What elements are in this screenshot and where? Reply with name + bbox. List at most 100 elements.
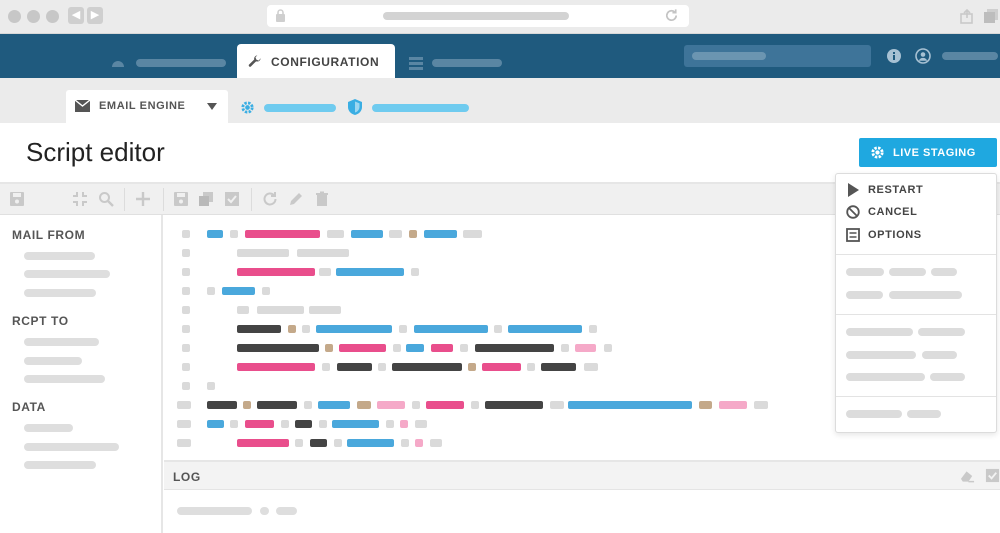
menu-item-placeholder[interactable]	[922, 351, 957, 359]
menu-divider	[836, 254, 996, 255]
save-icon[interactable]	[9, 191, 25, 207]
checkbox-icon[interactable]	[985, 468, 1000, 483]
code-token	[316, 325, 392, 333]
menu-item-restart-label: RESTART	[868, 184, 924, 196]
code-token	[322, 363, 330, 371]
menu-item-cancel[interactable]: CANCEL	[846, 204, 986, 220]
search-placeholder	[692, 52, 766, 60]
browser-chrome: ◀ ▶	[0, 0, 1000, 34]
menu-item-cancel-label: CANCEL	[868, 206, 918, 218]
share-icon[interactable]	[959, 8, 975, 24]
add-icon[interactable]	[135, 191, 151, 207]
browser-back-button[interactable]: ◀	[68, 7, 84, 24]
sidebar-item[interactable]	[24, 270, 110, 278]
menu-item-restart[interactable]: RESTART	[846, 182, 986, 198]
browser-forward-button[interactable]: ▶	[87, 7, 103, 24]
menu-item-placeholder[interactable]	[930, 373, 965, 381]
menu-item-options-label: OPTIONS	[868, 229, 922, 241]
search-input[interactable]	[684, 45, 871, 67]
menu-item-placeholder[interactable]	[889, 291, 962, 299]
code-token	[310, 439, 327, 447]
sidebar-item[interactable]	[24, 357, 82, 365]
tabs-icon[interactable]	[983, 8, 999, 24]
sidebar-item[interactable]	[24, 289, 96, 297]
shield-icon[interactable]	[348, 99, 362, 115]
sidebar-item[interactable]	[24, 252, 95, 260]
menu-item-options[interactable]: OPTIONS	[846, 227, 986, 243]
address-bar[interactable]	[267, 5, 689, 27]
info-icon[interactable]	[886, 48, 902, 64]
collapse-icon[interactable]	[72, 191, 88, 207]
window-minimize-button[interactable]	[27, 10, 40, 23]
trash-icon[interactable]	[314, 191, 330, 207]
code-token	[568, 401, 692, 409]
code-token	[230, 420, 238, 428]
menu-item-placeholder[interactable]	[846, 373, 925, 381]
code-token	[177, 439, 191, 447]
code-token	[494, 325, 502, 333]
menu-item-placeholder[interactable]	[846, 328, 913, 336]
reload-icon[interactable]	[664, 8, 679, 23]
code-token	[182, 287, 190, 295]
sidebar-heading-rcpt-to[interactable]: RCPT TO	[12, 314, 69, 328]
list-icon[interactable]	[408, 55, 424, 71]
code-token	[415, 420, 427, 428]
sidebar-heading-mail-from[interactable]: MAIL FROM	[12, 228, 85, 242]
code-token	[336, 268, 404, 276]
code-token	[182, 268, 190, 276]
code-token	[237, 268, 315, 276]
sidebar-item[interactable]	[24, 424, 73, 432]
menu-item-placeholder[interactable]	[931, 268, 957, 276]
pencil-icon[interactable]	[288, 191, 304, 207]
sub-tab-placeholder[interactable]	[264, 104, 336, 112]
sidebar-heading-data[interactable]: DATA	[12, 400, 46, 414]
code-token	[347, 439, 394, 447]
sidebar-item[interactable]	[24, 443, 119, 451]
menu-item-placeholder[interactable]	[889, 268, 926, 276]
copy-icon[interactable]	[198, 191, 214, 207]
menu-item-placeholder[interactable]	[918, 328, 965, 336]
code-token	[351, 230, 383, 238]
live-staging-button[interactable]: LIVE STAGING	[859, 138, 997, 167]
search-icon[interactable]	[98, 191, 114, 207]
menu-item-placeholder[interactable]	[846, 291, 883, 299]
code-token	[541, 363, 576, 371]
menu-divider	[836, 396, 996, 397]
dashboard-icon[interactable]	[110, 54, 126, 70]
code-token	[207, 382, 215, 390]
window-maximize-button[interactable]	[46, 10, 59, 23]
tab-email-engine-label: EMAIL ENGINE	[99, 100, 186, 112]
eraser-icon[interactable]	[960, 469, 975, 483]
menu-item-placeholder[interactable]	[846, 351, 916, 359]
sidebar-item[interactable]	[24, 338, 99, 346]
checkbox-icon[interactable]	[224, 191, 240, 207]
code-token	[485, 401, 543, 409]
nav-item-placeholder[interactable]	[432, 59, 502, 67]
sidebar-item[interactable]	[24, 461, 96, 469]
code-token	[409, 230, 417, 238]
tab-email-engine[interactable]: EMAIL ENGINE	[66, 90, 228, 123]
code-token	[424, 230, 457, 238]
tab-configuration[interactable]: CONFIGURATION	[237, 44, 395, 78]
save-icon[interactable]	[173, 191, 189, 207]
code-token	[325, 344, 333, 352]
menu-item-placeholder[interactable]	[846, 410, 902, 418]
sub-tab-placeholder[interactable]	[372, 104, 469, 112]
code-token	[400, 420, 408, 428]
code-token	[182, 382, 190, 390]
menu-item-placeholder[interactable]	[907, 410, 941, 418]
code-token	[430, 439, 442, 447]
script-sidebar: MAIL FROM RCPT TO DATA	[0, 215, 163, 533]
sidebar-item[interactable]	[24, 375, 105, 383]
code-token	[389, 230, 402, 238]
user-icon[interactable]	[915, 48, 931, 64]
window-close-button[interactable]	[8, 10, 21, 23]
menu-item-placeholder[interactable]	[846, 268, 884, 276]
nav-item-placeholder[interactable]	[136, 59, 226, 67]
user-name-placeholder[interactable]	[942, 52, 998, 60]
refresh-icon[interactable]	[262, 191, 278, 207]
gear-icon[interactable]	[240, 100, 255, 115]
toolbar-divider	[251, 188, 252, 211]
code-token	[207, 287, 215, 295]
code-token	[431, 344, 453, 352]
